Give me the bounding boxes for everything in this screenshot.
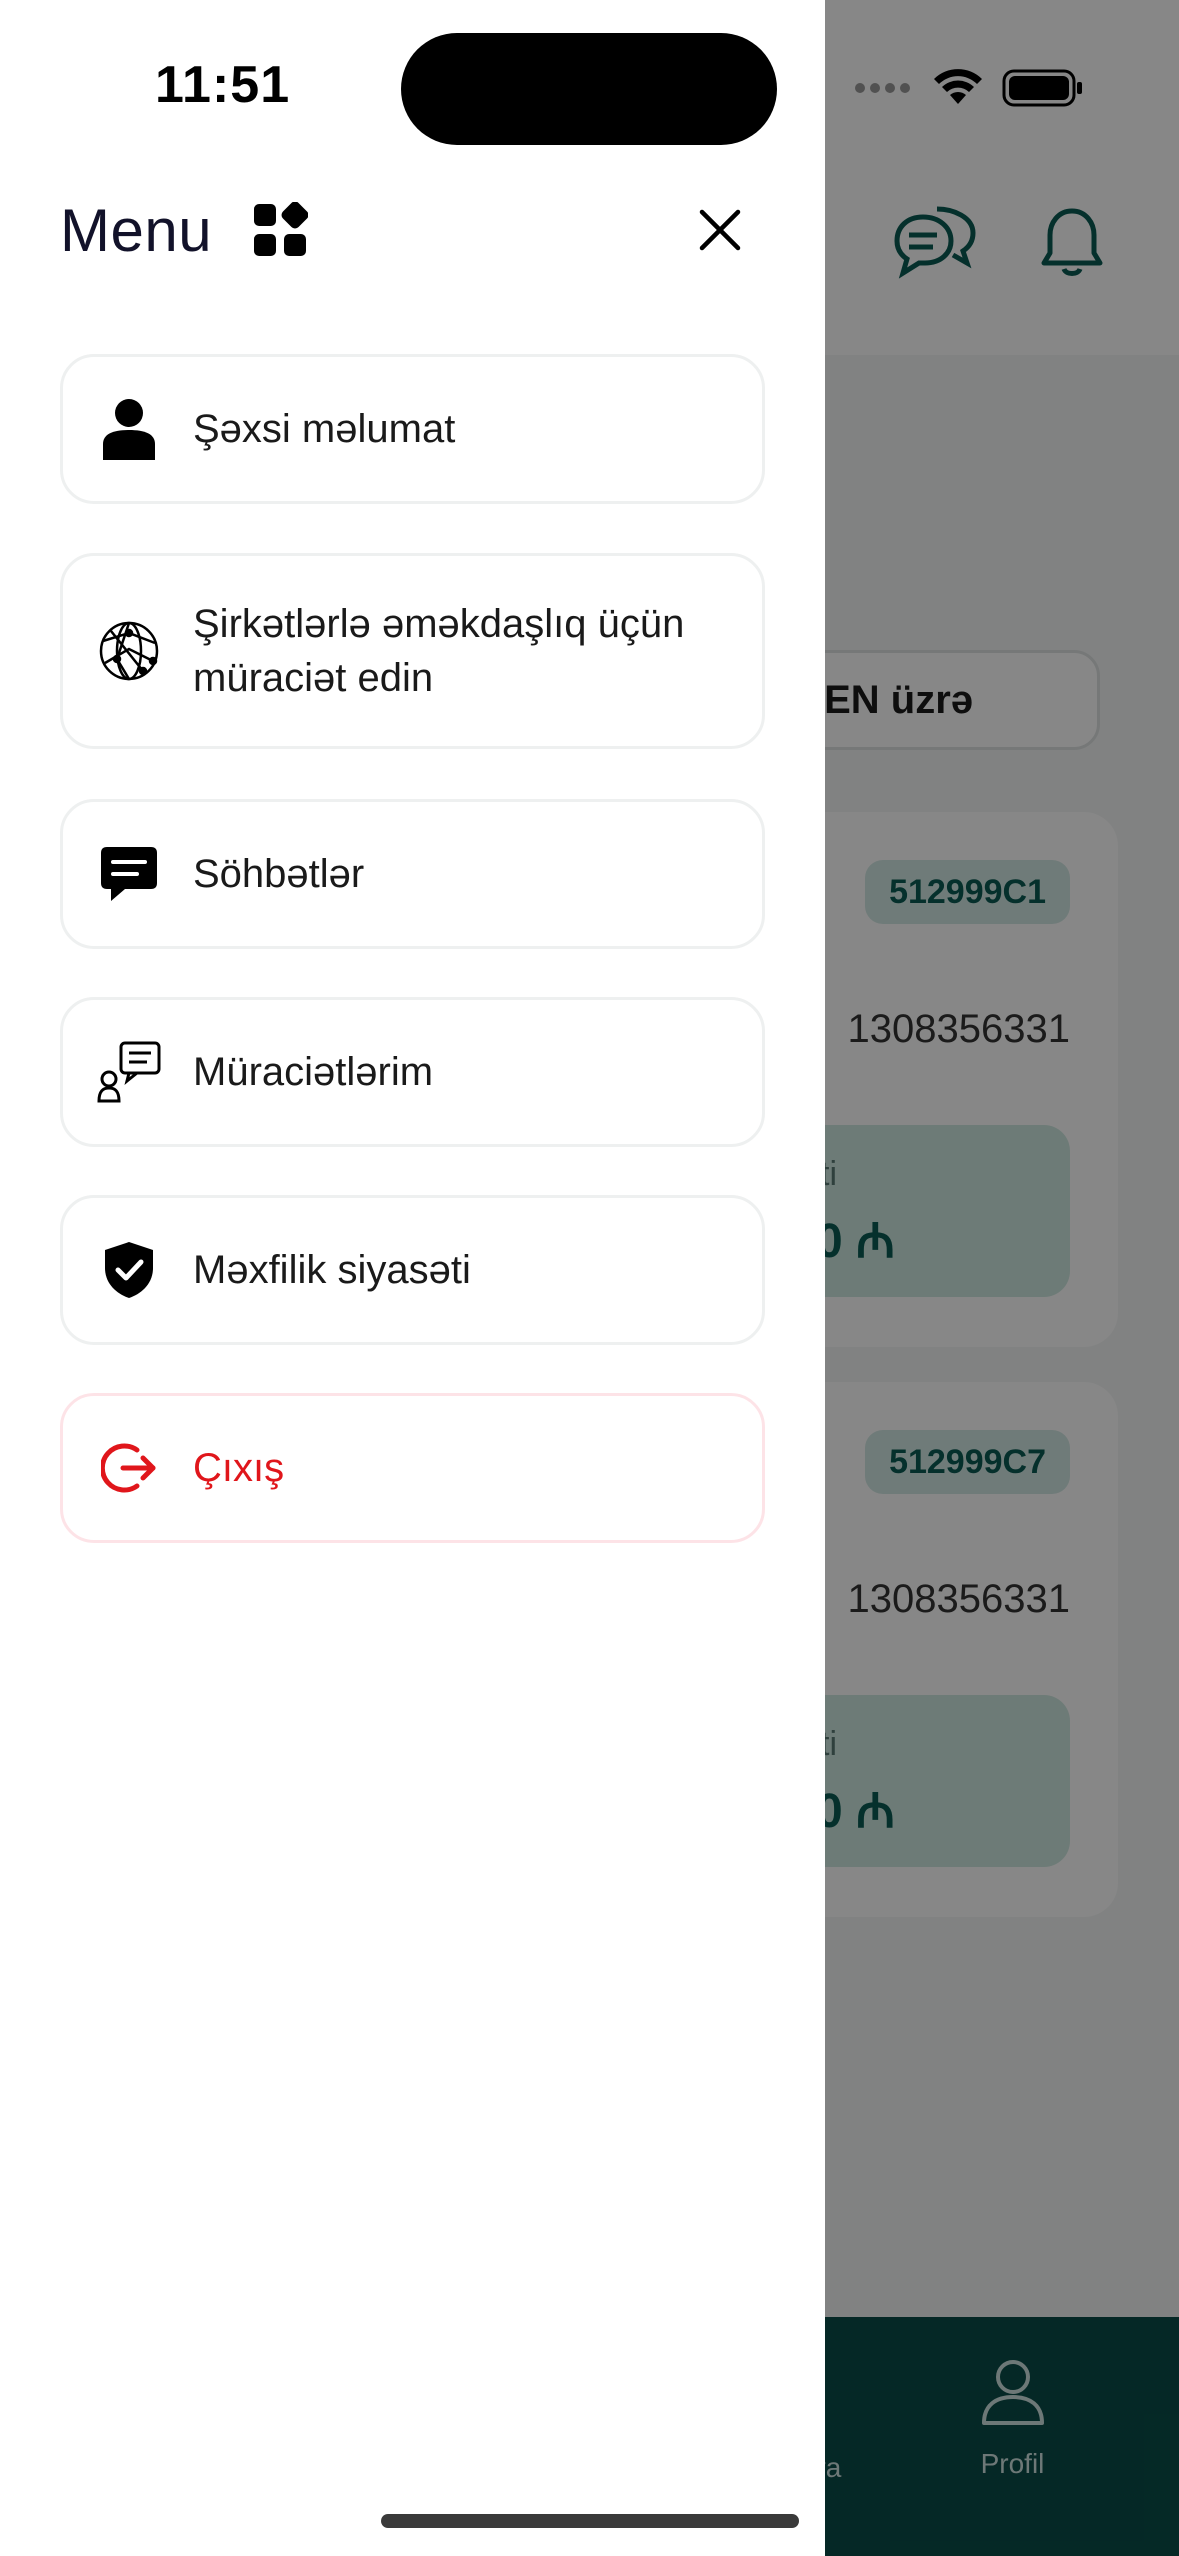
- chat-bubble-icon: [93, 838, 165, 910]
- person-message-icon: [93, 1036, 165, 1108]
- globe-network-icon: [93, 615, 165, 687]
- status-time: 11:51: [155, 56, 291, 114]
- logout-button[interactable]: Çıxış: [60, 1393, 765, 1543]
- close-button[interactable]: [690, 200, 750, 260]
- menu-header: Menu: [60, 190, 309, 270]
- user-icon: [93, 393, 165, 465]
- shield-check-icon: [93, 1234, 165, 1306]
- logout-icon: [93, 1432, 165, 1504]
- menu-item-label: Şəxsi məlumat: [193, 407, 456, 451]
- menu-item-privacy-policy[interactable]: Məxfilik siyasəti: [60, 1195, 765, 1345]
- menu-item-label: Şirkətlərlə əməkdaşlıq üçün müraciət edi…: [193, 602, 685, 700]
- dynamic-island: [401, 33, 777, 145]
- home-indicator: [381, 2514, 799, 2528]
- menu-item-label: Çıxış: [193, 1446, 285, 1490]
- close-icon: [699, 209, 741, 251]
- side-menu-drawer: 11:51 Menu Şəxsi məlumat Şirkətlərlə əmə…: [0, 0, 825, 2556]
- menu-item-my-requests[interactable]: Müraciətlərim: [60, 997, 765, 1147]
- menu-item-company-cooperation[interactable]: Şirkətlərlə əməkdaşlıq üçün müraciət edi…: [60, 553, 765, 749]
- menu-item-label: Söhbətlər: [193, 852, 365, 896]
- menu-item-personal-info[interactable]: Şəxsi məlumat: [60, 354, 765, 504]
- menu-item-chats[interactable]: Söhbətlər: [60, 799, 765, 949]
- menu-title: Menu: [60, 196, 213, 264]
- menu-item-label: Müraciətlərim: [193, 1050, 434, 1094]
- grid-apps-icon: [254, 202, 309, 256]
- menu-item-label: Məxfilik siyasəti: [193, 1248, 471, 1292]
